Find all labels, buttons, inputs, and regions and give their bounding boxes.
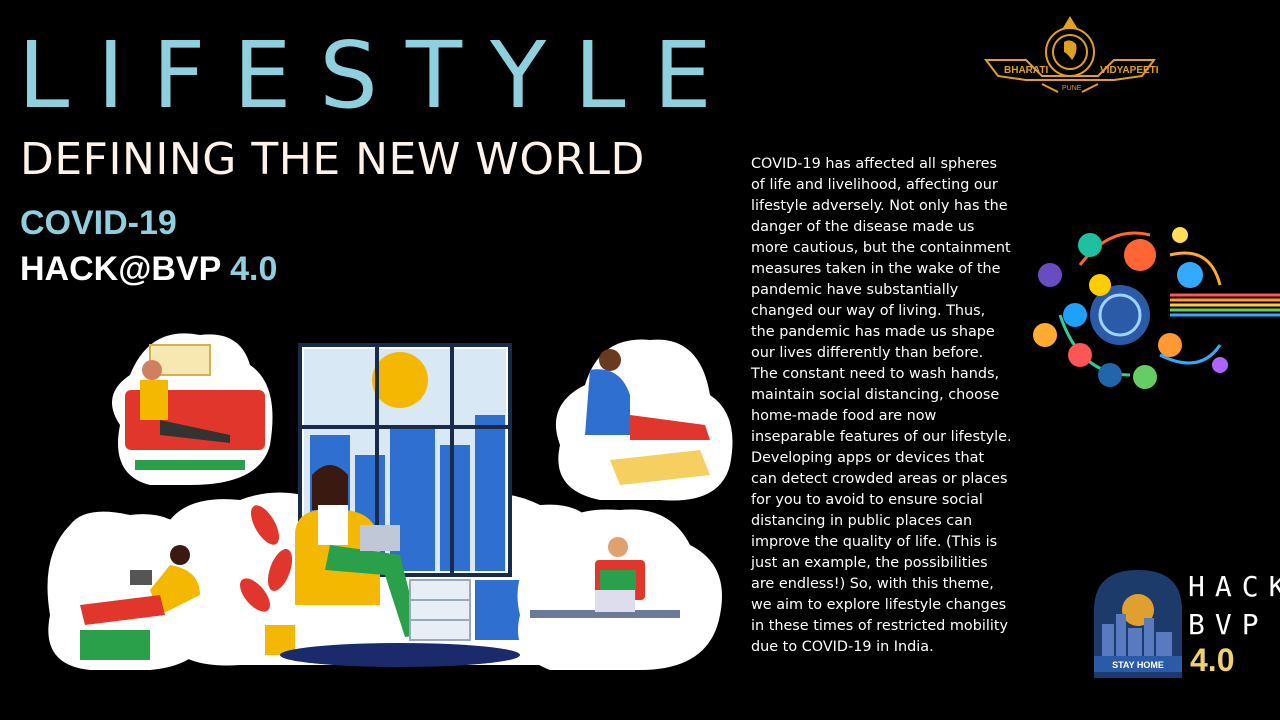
logo-left-text: BHARATI: [1004, 65, 1048, 76]
hackbvp-line2: BVP: [1188, 608, 1269, 641]
event-name-text: HACK@BVP: [20, 250, 221, 288]
logo-bottom-text: PUNE: [1062, 85, 1082, 92]
hackbvp-version: 4.0: [1190, 642, 1235, 678]
stay-home-badge-icon: STAY HOME: [1094, 570, 1182, 678]
event-version: 4.0: [230, 250, 278, 288]
people-at-home-illustration: [47, 333, 733, 670]
event-name: HACK@BVP 4.0: [20, 252, 277, 286]
logo-right-text: VIDYAPEETH: [1100, 65, 1158, 76]
badge-text: STAY HOME: [1112, 660, 1164, 670]
hackbvp-line1: HACK: [1188, 570, 1280, 603]
bharati-vidyapeeth-logo: BHARATI VIDYAPEETH PUNE: [984, 16, 1158, 93]
theme-label: COVID-19: [20, 204, 177, 242]
hackbvp-logo: STAY HOME HACK BVP 4.0: [1090, 566, 1280, 678]
page-subtitle: DEFINING THE NEW WORLD: [20, 134, 645, 185]
tech-network-illustration: [1033, 227, 1280, 389]
theme-description: COVID-19 has affected all spheres of lif…: [751, 156, 1012, 655]
page-title: LIFESTYLE: [18, 22, 740, 129]
